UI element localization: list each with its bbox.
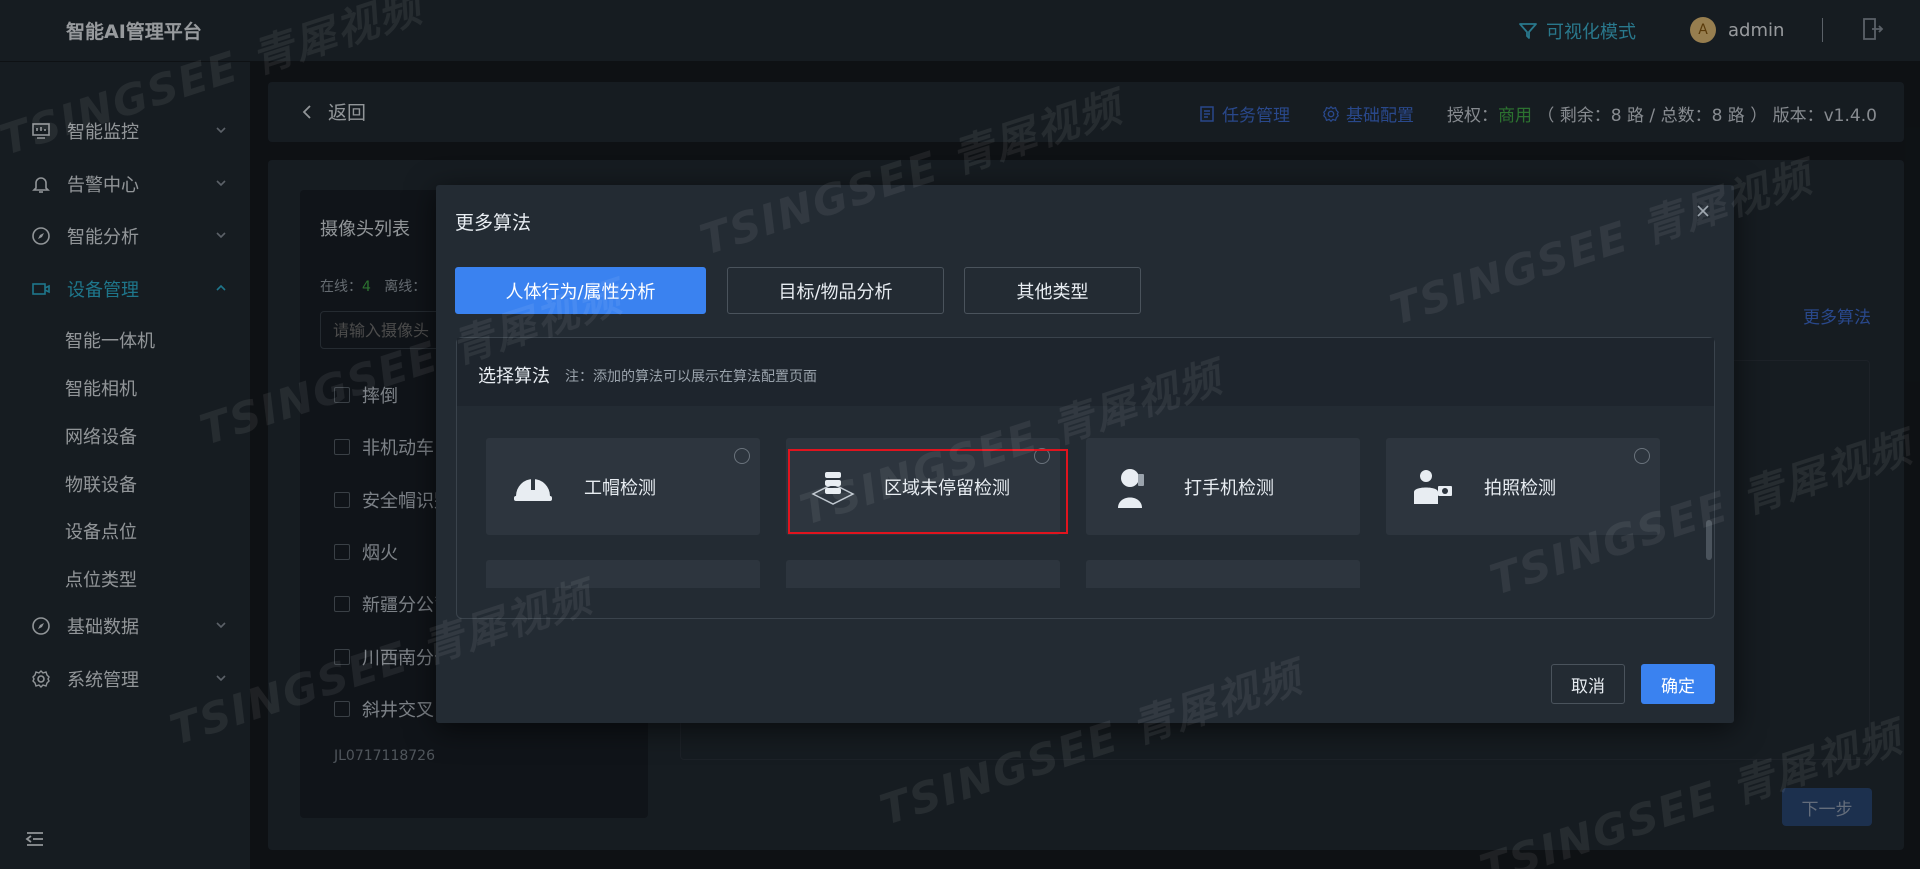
confirm-button[interactable]: 确定 [1641, 664, 1715, 704]
tab-object-analysis[interactable]: 目标/物品分析 [727, 267, 944, 314]
algorithm-card-partial[interactable] [786, 560, 1060, 588]
tab-human-behavior[interactable]: 人体行为/属性分析 [455, 267, 706, 314]
algorithm-card-partial[interactable] [1086, 560, 1360, 588]
algorithm-card-partial[interactable] [486, 560, 760, 588]
radio-button[interactable] [734, 448, 750, 464]
algorithm-card-photo[interactable]: 拍照检测 [1386, 438, 1660, 535]
cancel-button[interactable]: 取消 [1551, 664, 1625, 704]
select-algorithm-note: 注：添加的算法可以展示在算法配置页面 [565, 369, 817, 385]
select-algorithm-title: 选择算法 [478, 366, 550, 387]
selection-highlight-box [788, 449, 1068, 534]
radio-button[interactable] [1634, 448, 1650, 464]
scrollbar[interactable] [1706, 520, 1712, 560]
dialog-title: 更多算法 [455, 212, 532, 234]
phone-person-icon [1118, 469, 1144, 508]
dialog-close-button[interactable] [1695, 203, 1711, 223]
tab-other-types[interactable]: 其他类型 [964, 267, 1141, 314]
hardhat-icon [514, 478, 552, 501]
close-icon [1697, 205, 1709, 217]
algorithm-card-label: 拍照检测 [1484, 478, 1556, 499]
algorithm-card-phone[interactable]: 打手机检测 [1086, 438, 1360, 535]
algorithm-card-hardhat[interactable]: 工帽检测 [486, 438, 760, 535]
photo-person-icon [1414, 470, 1452, 504]
algorithm-card-label: 打手机检测 [1184, 478, 1274, 499]
algorithm-card-label: 工帽检测 [584, 478, 656, 499]
